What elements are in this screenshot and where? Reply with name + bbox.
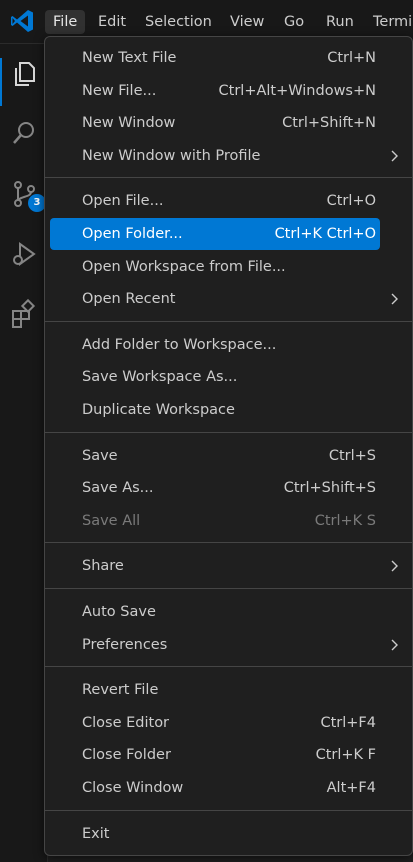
menu-item-shortcut: Ctrl+S [328,447,376,464]
menu-item-add-folder-to-workspace[interactable]: Add Folder to Workspace... [50,329,380,361]
menu-item-shortcut: Ctrl+K S [314,512,376,529]
menu-item-preferences[interactable]: Preferences [50,629,398,661]
menu-separator [45,542,412,544]
menu-item-label: Save As... [82,480,154,497]
menu-item-auto-save[interactable]: Auto Save [50,596,380,628]
menu-item-exit[interactable]: Exit [50,818,380,850]
menu-item-duplicate-workspace[interactable]: Duplicate Workspace [50,394,380,426]
menu-item-shortcut: Ctrl+N [327,50,376,66]
menu-item-close-folder[interactable]: Close Folder Ctrl+K F [50,739,380,771]
menu-separator [45,809,412,811]
menu-item-close-window[interactable]: Close Window Alt+F4 [50,772,380,804]
chevron-right-icon [391,560,398,572]
menu-item-shortcut: Ctrl+K F [315,747,376,764]
menu-item-label: New Window [82,115,176,132]
menu-item-label: Auto Save [82,604,156,620]
menu-item-new-file[interactable]: New File... Ctrl+Alt+Windows+N [50,75,380,107]
menu-item-close-editor[interactable]: Close Editor Ctrl+F4 [50,707,380,739]
menu-item-label: Open Workspace from File... [82,258,286,275]
activity-bar: 3 [0,44,48,862]
menu-item-open-folder[interactable]: Open Folder... Ctrl+K Ctrl+O [50,218,380,250]
menu-item-open-workspace-from-file[interactable]: Open Workspace from File... [50,251,380,283]
menu-item-label: New Window with Profile [82,147,261,164]
menubar-item-edit[interactable]: Edit [90,10,134,34]
menu-item-shortcut: Ctrl+O [326,193,376,210]
menubar-item-termi[interactable]: Termi [365,10,413,34]
menu-separator [45,431,412,433]
file-menu: New Text File Ctrl+N New File... Ctrl+Alt+W… [44,36,413,856]
menu-item-label: Close Folder [82,747,171,764]
explorer-icon[interactable] [8,58,40,90]
chevron-right-icon [391,150,398,162]
menu-item-shortcut: Ctrl+Alt+Windows+N [218,82,376,99]
chevron-right-icon [391,639,398,651]
menu-separator [45,588,412,589]
extensions-icon[interactable] [8,298,40,330]
menu-item-save-all: Save All Ctrl+K S [50,505,380,537]
menu-item-label: Open File... [82,193,164,210]
menu-item-new-text-file[interactable]: New Text File Ctrl+N [50,42,380,74]
menu-separator [45,666,412,668]
menu-item-revert-file[interactable]: Revert File [50,674,380,706]
menu-item-label: New Text File [82,50,177,66]
menu-item-label: Add Folder to Workspace... [82,336,277,353]
menu-item-share[interactable]: Share [50,550,398,582]
vscode-logo-icon[interactable] [9,8,35,34]
menu-item-save-as[interactable]: Save As... Ctrl+Shift+S [50,472,380,504]
menu-item-label: New File... [82,82,157,99]
active-indicator [0,58,2,106]
search-icon[interactable] [8,118,40,150]
menubar-item-go[interactable]: Go [276,10,312,34]
menu-item-label: Save Workspace As... [82,369,238,386]
menu-separator [45,177,412,179]
menubar-item-selection[interactable]: Selection [137,10,220,34]
menu-item-open-file[interactable]: Open File... Ctrl+O [50,185,380,217]
menu-item-label: Close Window [82,780,184,796]
menu-item-shortcut: Alt+F4 [326,780,376,796]
menu-item-new-window-with-profile[interactable]: New Window with Profile [50,140,398,172]
menu-item-open-recent[interactable]: Open Recent [50,283,398,315]
menubar-item-view[interactable]: View [222,10,272,34]
run-debug-icon[interactable] [8,238,40,270]
menu-item-label: Share [82,558,124,575]
menu-item-label: Preferences [82,636,168,653]
menu-item-label: Revert File [82,682,159,699]
menubar-item-file[interactable]: File [45,10,86,34]
menu-item-save[interactable]: Save Ctrl+S [50,440,380,472]
chevron-right-icon [391,293,398,305]
menu-separator [45,320,412,322]
menu-item-shortcut: Ctrl+K Ctrl+O [274,226,376,242]
menu-item-label: Exit [82,825,110,842]
menu-item-label: Open Recent [82,291,176,308]
menu-item-label: Close Editor [82,714,170,731]
menu-item-save-workspace-as[interactable]: Save Workspace As... [50,361,380,393]
menubar-item-run[interactable]: Run [318,10,362,34]
menu-item-label: Duplicate Workspace [82,402,235,418]
menu-item-shortcut: Ctrl+F4 [320,714,376,731]
menu-item-shortcut: Ctrl+Shift+N [282,115,376,132]
menu-item-label: Open Folder... [82,226,183,242]
menu-item-shortcut: Ctrl+Shift+S [283,480,376,497]
menu-item-label: Save All [82,512,141,529]
menu-item-label: Save [82,447,118,464]
menu-item-new-window[interactable]: New Window Ctrl+Shift+N [50,107,380,139]
